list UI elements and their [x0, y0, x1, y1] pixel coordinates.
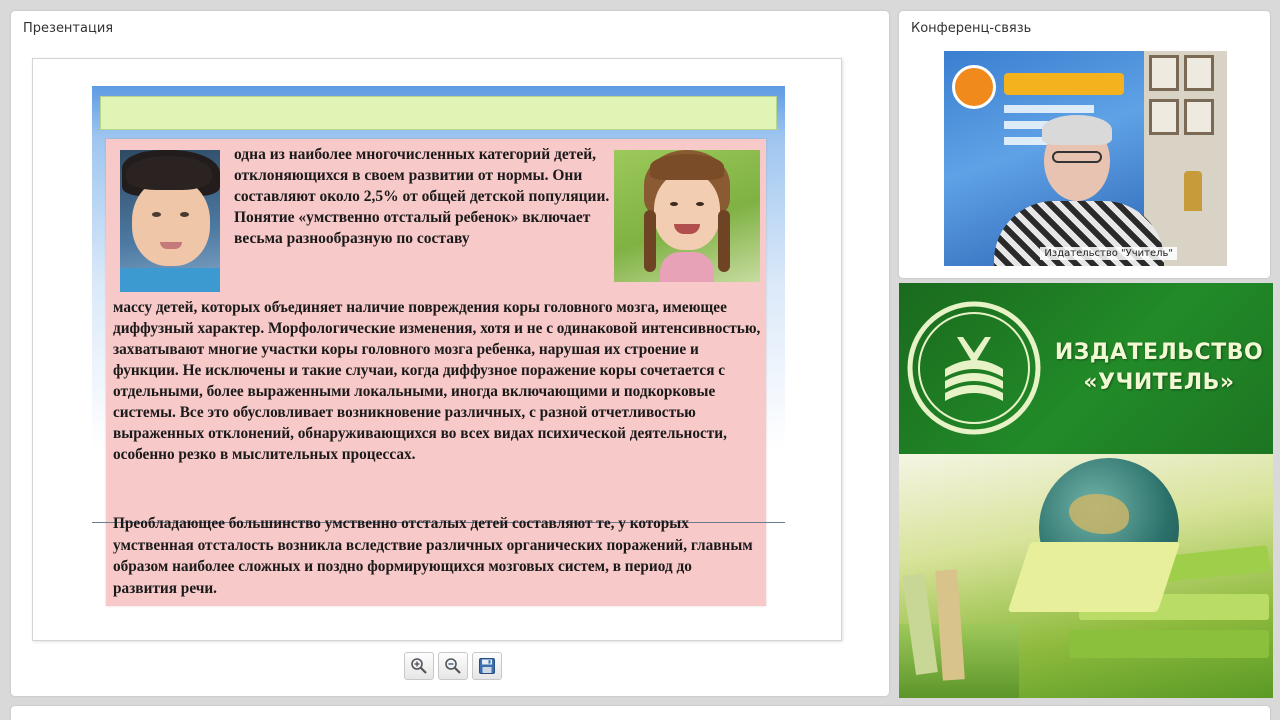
banner-image [899, 454, 1273, 698]
publisher-banner: ИЗДАТЕЛЬСТВО «УЧИТЕЛЬ» [899, 283, 1273, 698]
slide-paragraph-bottom: Преобладающее большинство умственно отст… [113, 515, 753, 597]
save-icon [479, 658, 495, 674]
conference-title: Конференц-связь [911, 21, 1032, 36]
zoom-in-icon [411, 658, 427, 674]
conference-panel: Конференц-связь Издательство "Учитель" [899, 11, 1270, 278]
slide-paragraph-top: одна из наиболее многочисленных категори… [234, 146, 610, 247]
presentation-panel: Презентация одна из наиболее многочислен… [11, 11, 889, 696]
slide-toolbar [404, 652, 502, 680]
save-button[interactable] [472, 652, 502, 680]
presentation-title: Презентация [23, 21, 114, 36]
bottom-panel [11, 706, 1270, 720]
video-feed[interactable]: Издательство "Учитель" [944, 51, 1227, 266]
publisher-logo-icon [907, 301, 1041, 435]
boy-photo [120, 150, 220, 292]
girl-photo [614, 150, 760, 282]
zoom-out-button[interactable] [438, 652, 468, 680]
zoom-out-icon [445, 658, 461, 674]
slide-frame: одна из наиболее многочисленных категори… [32, 58, 842, 641]
slide-paragraph-wide: массу детей, которых объединяет наличие … [113, 299, 761, 463]
banner-title: ИЗДАТЕЛЬСТВО «УЧИТЕЛЬ» [1044, 338, 1273, 398]
video-caption: Издательство "Учитель" [1040, 247, 1177, 260]
banner-line-2: «УЧИТЕЛЬ» [1083, 370, 1235, 395]
slide-title-bar [100, 96, 777, 130]
zoom-in-button[interactable] [404, 652, 434, 680]
banner-line-1: ИЗДАТЕЛЬСТВО [1054, 340, 1264, 365]
